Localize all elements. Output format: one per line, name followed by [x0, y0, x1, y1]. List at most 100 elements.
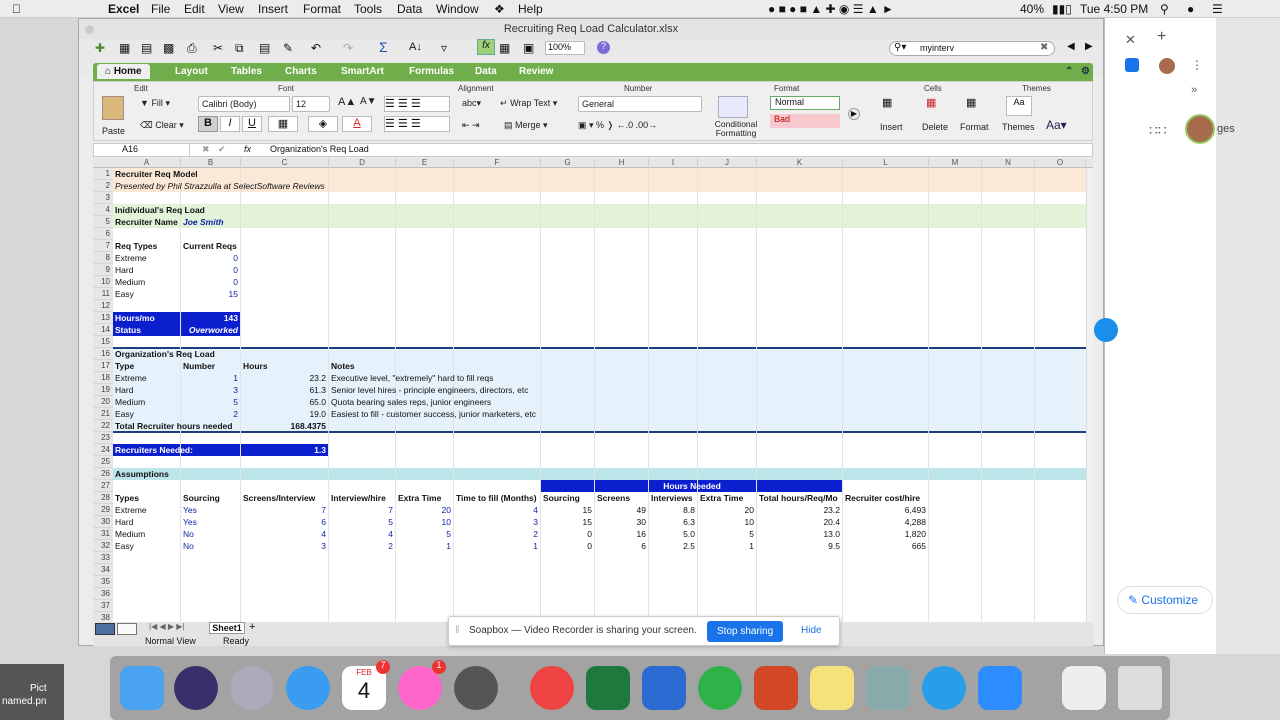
delete-cells-icon[interactable]: ▦ [926, 96, 948, 116]
paste-label[interactable]: Paste [102, 126, 125, 136]
normal-view-icon[interactable] [95, 623, 115, 635]
expand-icon[interactable]: » [1191, 84, 1197, 96]
preview-icon[interactable] [866, 666, 910, 710]
excel-icon[interactable] [586, 666, 630, 710]
row-header[interactable]: 2 [93, 180, 113, 192]
horizontal-align-icons[interactable]: ☰ ☰ ☰ [384, 116, 450, 132]
save-icon[interactable]: ▩ [163, 41, 174, 55]
gallery-icon[interactable]: ▦ [119, 41, 130, 55]
formula-builder-icon[interactable]: fx [477, 39, 495, 55]
row-header[interactable]: 17 [93, 360, 113, 372]
cell-c20[interactable]: 65.0 [241, 396, 326, 408]
new-tab-icon[interactable]: + [1157, 28, 1166, 46]
menu-tools[interactable]: Tools [354, 2, 382, 16]
number-format-select[interactable]: General [578, 96, 702, 112]
sheet-nav-icons[interactable]: |◀ ◀ ▶ ▶| [149, 622, 184, 631]
cell-c17[interactable]: Hours [243, 360, 268, 372]
row-header[interactable]: 13 [93, 312, 113, 324]
styles-more-icon[interactable]: ▶ [848, 108, 860, 120]
italic-button[interactable]: I [220, 116, 240, 132]
insert-cells-icon[interactable]: ▦ [882, 96, 904, 116]
tab-formulas[interactable]: Formulas [409, 66, 454, 77]
row-header[interactable]: 24 [93, 444, 113, 456]
cell-c21[interactable]: 19.0 [241, 408, 326, 420]
add-sheet-icon[interactable]: + [249, 621, 255, 633]
cell-a4[interactable]: Inidividual's Req Load [115, 204, 205, 216]
cell-l31[interactable]: 1,820 [843, 528, 926, 540]
row-header[interactable]: 23 [93, 432, 113, 444]
cell-k32[interactable]: 9.5 [757, 540, 840, 552]
search-field[interactable]: ⚲▾ myinterv ✖ [889, 41, 1055, 56]
system-preferences-icon[interactable] [454, 666, 498, 710]
cell-a30[interactable]: Hard [115, 516, 133, 528]
number-format-icons[interactable]: ▣ ▾ % ❭ ←.0 .00→ [578, 120, 657, 131]
cell-c22[interactable]: 168.4375 [241, 420, 326, 432]
cell-a19[interactable]: Hard [115, 384, 133, 396]
customize-button[interactable]: ✎ Customize [1117, 586, 1213, 614]
cell-c28[interactable]: Screens/Interview [243, 492, 315, 504]
cell-a18[interactable]: Extreme [115, 372, 147, 384]
cell-b13[interactable]: 143 [181, 312, 238, 324]
more-icon[interactable]: ⋮ [1191, 58, 1203, 72]
cell-g29[interactable]: 15 [541, 504, 592, 516]
finder-icon[interactable] [120, 666, 164, 710]
grow-font-icon[interactable]: A▲ [338, 96, 356, 108]
quicktime-icon[interactable] [922, 666, 966, 710]
cell-a13[interactable]: Hours/mo [115, 312, 155, 324]
spotlight-icon[interactable]: ⚲ [1160, 2, 1169, 16]
account-avatar[interactable] [1185, 114, 1215, 144]
cell-a10[interactable]: Medium [115, 276, 145, 288]
cell-a28[interactable]: Types [115, 492, 139, 504]
row-header[interactable]: 8 [93, 252, 113, 264]
cell-c19[interactable]: 61.3 [241, 384, 326, 396]
print-icon[interactable]: ⎙ [187, 41, 197, 56]
menu-data[interactable]: Data [397, 2, 422, 16]
calendar-icon[interactable]: FEB 4 7 [342, 660, 390, 710]
cell-k30[interactable]: 20.4 [757, 516, 840, 528]
cell-g30[interactable]: 15 [541, 516, 592, 528]
close-tab-icon[interactable]: ✕ [1125, 32, 1136, 48]
font-color-icon[interactable]: A [342, 116, 372, 132]
cell-k29[interactable]: 23.2 [757, 504, 840, 516]
cell-a20[interactable]: Medium [115, 396, 145, 408]
desktop-file-pict[interactable]: Pict [30, 683, 47, 694]
row-header[interactable]: 11 [93, 288, 113, 300]
font-name-select[interactable]: Calibri (Body) [198, 96, 290, 112]
row-header[interactable]: 36 [93, 588, 113, 600]
menu-file[interactable]: File [151, 2, 170, 16]
cell-k31[interactable]: 13.0 [757, 528, 840, 540]
cell-b8[interactable]: 0 [181, 252, 238, 264]
cell-f31[interactable]: 2 [454, 528, 538, 540]
vertical-align-icons[interactable]: ☰ ☰ ☰ [384, 96, 450, 112]
cell-b10[interactable]: 0 [181, 276, 238, 288]
cell-d19[interactable]: Senior level hires - principle engineers… [331, 384, 528, 396]
cell-k28[interactable]: Total hours/Req/Mo [759, 492, 838, 504]
shrink-font-icon[interactable]: A▼ [360, 96, 377, 107]
desktop-file-name[interactable]: named.pn [2, 696, 46, 707]
menu-help[interactable]: Help [518, 2, 543, 16]
style-normal[interactable]: Normal [770, 96, 840, 110]
row-header[interactable]: 6 [93, 228, 113, 240]
cell-i32[interactable]: 2.5 [649, 540, 695, 552]
cell-f32[interactable]: 1 [454, 540, 538, 552]
cell-a32[interactable]: Easy [115, 540, 134, 552]
cell-c24[interactable]: 1.3 [241, 444, 326, 456]
prev-result-icon[interactable]: ◀ [1067, 41, 1075, 52]
trash-icon[interactable] [1118, 666, 1162, 710]
cancel-icon[interactable]: ✖ [202, 144, 210, 155]
apps-icon[interactable]: ∷∷ [1149, 122, 1167, 139]
cell-e31[interactable]: 5 [396, 528, 451, 540]
cell-d29[interactable]: 7 [329, 504, 393, 516]
cell-l28[interactable]: Recruiter cost/hire [845, 492, 920, 504]
sheet-tab[interactable]: Sheet1 [209, 622, 245, 634]
cell-d30[interactable]: 5 [329, 516, 393, 528]
cell-h30[interactable]: 30 [595, 516, 646, 528]
fill-color-icon[interactable]: ◈ [308, 116, 338, 132]
cell-j28[interactable]: Extra Time [700, 492, 743, 504]
row-header[interactable]: 10 [93, 276, 113, 288]
clock[interactable]: Tue 4:50 PM [1080, 2, 1148, 16]
wrap-text-button[interactable]: ↵ Wrap Text ▾ [500, 98, 557, 109]
row-header[interactable]: 33 [93, 552, 113, 564]
row-header[interactable]: 7 [93, 240, 113, 252]
tab-review[interactable]: Review [519, 66, 553, 77]
